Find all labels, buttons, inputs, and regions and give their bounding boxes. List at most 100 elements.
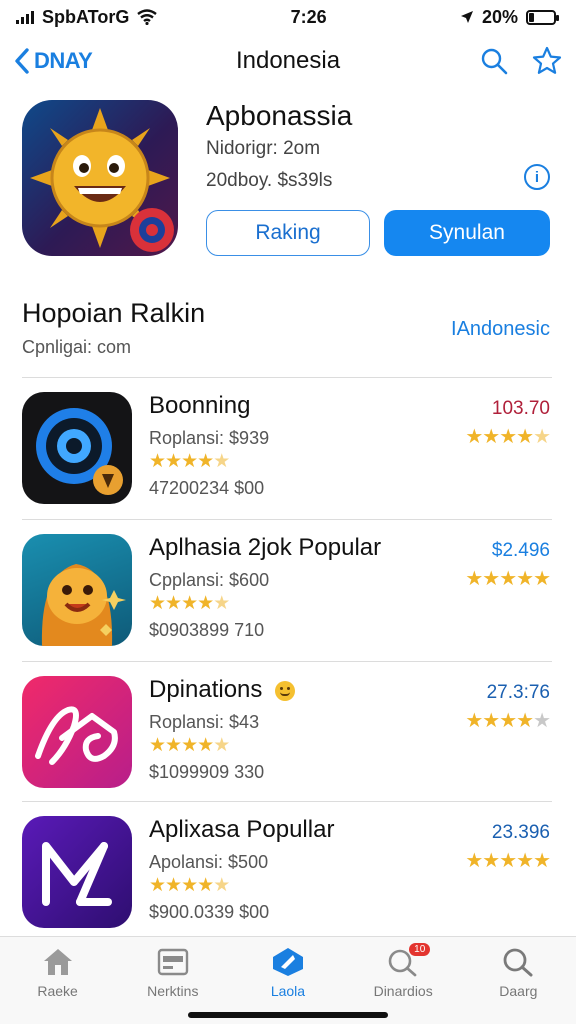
star-icon: ★	[197, 451, 214, 472]
star-icon: ★	[165, 875, 182, 896]
location-icon	[460, 11, 473, 23]
star-icon: ★	[499, 710, 517, 732]
rating-stars: ★★★★★	[149, 874, 230, 897]
list-item[interactable]: Aplixasa Popullar Apolansi: $500 ★★★★★ $…	[22, 812, 552, 930]
divider	[22, 661, 552, 662]
star-icon: ★	[516, 426, 534, 448]
app-score: 103.70	[491, 398, 550, 419]
app-icon	[22, 534, 132, 646]
section-link[interactable]: IAndonesic	[451, 318, 550, 341]
divider	[22, 519, 552, 520]
star-icon: ★	[213, 593, 230, 614]
smile-emoji-icon	[275, 680, 296, 701]
star-icon: ★	[533, 710, 551, 732]
featured-app-icon[interactable]	[22, 100, 178, 256]
app-name: Boonning	[149, 392, 251, 419]
star-icon: ★	[181, 735, 198, 756]
divider	[22, 801, 552, 802]
star-icon[interactable]	[532, 46, 562, 76]
star-icon: ★	[149, 735, 166, 756]
rating-stars: ★★★★★	[149, 592, 230, 615]
tab-label: Daarg	[499, 983, 538, 999]
home-indicator	[188, 1012, 388, 1018]
battery-icon	[525, 9, 559, 25]
list-item[interactable]: Boonning Roplansi: $939 ★★★★★ 47200234 $…	[22, 388, 552, 506]
carrier-label: SpbATorG	[42, 6, 130, 27]
app-icon	[22, 816, 132, 928]
app-subtitle: Cpplansi: $600	[149, 570, 270, 590]
tab-label: Laola	[270, 983, 306, 999]
app-icon	[22, 392, 132, 504]
star-icon: ★	[213, 451, 230, 472]
star-icon: ★	[149, 593, 166, 614]
app-subtitle: Roplansi: $43	[149, 712, 260, 732]
tab-bar: Raeke Nerktins Laola 10 Dinardios Daarg	[0, 936, 576, 1024]
ranking-button[interactable]: Raking	[206, 210, 370, 256]
star-icon: ★	[197, 593, 214, 614]
star-icon: ★	[197, 735, 214, 756]
star-icon: ★	[499, 850, 517, 872]
star-icon: ★	[482, 710, 500, 732]
home-icon	[43, 949, 72, 975]
app-score: $2.496	[491, 540, 550, 561]
star-icon: ★	[516, 850, 534, 872]
signal-icon	[16, 10, 34, 24]
section-header: Hopoian Ralkin Cpnligai: com IAndonesic	[22, 298, 554, 368]
star-icon: ★	[165, 593, 182, 614]
list-item[interactable]: Aplhasia 2jok Popular Cpplansi: $600 ★★★…	[22, 530, 552, 648]
rating-stars-right: ★★★★★	[465, 424, 551, 449]
nav-bar: DNAY Indonesia	[0, 38, 576, 84]
chevron-left-icon	[15, 48, 29, 74]
star-icon: ★	[516, 568, 534, 590]
star-icon: ★	[181, 875, 198, 896]
rating-stars-right: ★★★★★	[465, 566, 551, 591]
app-score: 27.3:76	[486, 682, 550, 703]
back-button[interactable]: DNAY	[14, 47, 93, 75]
app-meta: $900.0339 $00	[149, 902, 270, 922]
app-meta: $0903899 710	[149, 620, 265, 640]
featured-app-name: Apbonassia	[206, 100, 353, 131]
star-icon: ★	[533, 850, 551, 872]
tab-label: Raeke	[37, 983, 78, 999]
featured-app-subtitle: Nidorigr: 2om	[206, 138, 321, 159]
star-icon: ★	[165, 451, 182, 472]
wifi-icon	[137, 9, 158, 25]
tab-label: Dinardios	[373, 983, 433, 999]
star-icon: ★	[533, 426, 551, 448]
star-icon: ★	[197, 875, 214, 896]
app-meta: $1099909 330	[149, 762, 265, 782]
search-icon	[503, 948, 533, 977]
star-icon: ★	[516, 710, 534, 732]
star-icon: ★	[181, 593, 198, 614]
search-icon[interactable]	[480, 47, 508, 75]
app-name: Aplhasia 2jok Popular	[149, 534, 382, 561]
star-icon: ★	[499, 568, 517, 590]
star-icon: ★	[181, 451, 198, 472]
star-icon: ★	[465, 568, 483, 590]
star-icon: ★	[149, 875, 166, 896]
star-icon: ★	[482, 850, 500, 872]
get-button[interactable]: Synulan	[384, 210, 550, 256]
tab-search[interactable]: Daarg	[468, 947, 568, 1024]
featured-app: Apbonassia Nidorigr: 2om 20dboy. $s39ls …	[22, 100, 554, 260]
star-icon: ★	[482, 426, 500, 448]
app-meta: 47200234 $00	[149, 478, 265, 498]
rating-stars-right: ★★★★★	[465, 848, 551, 873]
star-icon: ★	[465, 850, 483, 872]
list-item[interactable]: Dpinations Roplansi: $43 ★★★★★ $1099909 …	[22, 672, 552, 790]
notification-badge: 10	[409, 943, 431, 956]
tab-home[interactable]: Raeke	[8, 947, 108, 1024]
star-icon: ★	[465, 710, 483, 732]
rating-stars: ★★★★★	[149, 734, 230, 757]
app-subtitle: Apolansi: $500	[149, 852, 269, 872]
star-icon: ★	[165, 735, 182, 756]
app-icon	[22, 676, 132, 788]
rating-stars: ★★★★★	[149, 450, 230, 473]
star-icon: ★	[149, 451, 166, 472]
star-icon: ★	[213, 735, 230, 756]
apps-icon	[272, 948, 303, 976]
info-icon[interactable]: i	[524, 164, 550, 190]
star-icon: ★	[482, 568, 500, 590]
app-name: Aplixasa Popullar	[149, 816, 335, 843]
card-icon	[157, 948, 188, 976]
